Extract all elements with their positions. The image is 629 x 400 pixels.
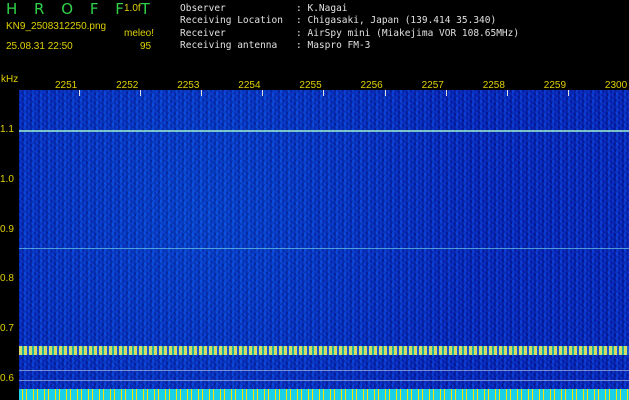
frequency-tick-label: 0.6 bbox=[0, 373, 14, 384]
frequency-tick-label: 0.7 bbox=[0, 323, 14, 335]
time-tick-label: 2252 bbox=[116, 80, 139, 91]
station-info: Observer: K.Nagai Receiving Location: Ch… bbox=[180, 3, 519, 52]
time-tick-label: 2256 bbox=[360, 80, 383, 91]
time-tick-mark bbox=[323, 90, 325, 96]
time-tick-label: 2259 bbox=[543, 80, 567, 91]
time-tick-mark bbox=[262, 90, 264, 96]
time-tick-label: 2258 bbox=[482, 80, 505, 91]
time-tick-label: 2251 bbox=[55, 80, 78, 91]
time-tick-label: 2255 bbox=[299, 80, 322, 91]
info-row-observer: Observer: K.Nagai bbox=[180, 3, 348, 14]
frequency-unit-label: kHz bbox=[1, 74, 19, 85]
signal-line bbox=[19, 379, 629, 381]
scale-factor: 1.0f bbox=[124, 3, 141, 14]
time-tick-label: 2300 bbox=[604, 80, 628, 91]
frequency-tick-label: 1.1 bbox=[0, 124, 14, 135]
signal-strength-strip bbox=[19, 389, 629, 400]
frequency-tick-label: 0.8 bbox=[0, 273, 14, 285]
time-tick-mark bbox=[506, 90, 508, 96]
signal-line bbox=[19, 345, 629, 355]
count-value: 95 bbox=[140, 41, 152, 52]
time-tick-label: 2253 bbox=[177, 80, 200, 91]
time-tick-mark bbox=[445, 90, 447, 96]
time-tick-mark bbox=[384, 90, 386, 96]
frequency-tick-label: 0.9 bbox=[0, 223, 14, 235]
time-tick-mark bbox=[567, 90, 569, 96]
signal-line bbox=[19, 369, 629, 371]
info-row-antenna: Receiving antenna: Maspro FM-3 bbox=[180, 39, 371, 51]
time-tick-mark bbox=[140, 90, 142, 96]
signal-line bbox=[19, 130, 629, 132]
info-row-location: Receiving Location: Chigasaki, Japan (13… bbox=[180, 15, 497, 27]
time-tick-mark bbox=[79, 90, 80, 96]
frequency-tick-label: 1.0 bbox=[0, 173, 14, 185]
time-tick-mark bbox=[201, 90, 203, 96]
meleo-label: meleo! bbox=[124, 28, 155, 39]
signal-line bbox=[19, 247, 629, 249]
time-tick-label: 2257 bbox=[421, 80, 444, 91]
spectrogram-plot bbox=[19, 90, 629, 400]
filename: KN9_2508312250.png bbox=[6, 21, 107, 32]
header-left: H R O F F T 1.0f KN9_2508312250.png mele… bbox=[0, 0, 160, 70]
info-row-receiver: Receiver: AirSpy mini (Miakejima VOR 108… bbox=[180, 27, 520, 39]
time-tick-label: 2254 bbox=[238, 80, 261, 91]
datetime: 25.08.31 22:50 bbox=[6, 41, 73, 52]
